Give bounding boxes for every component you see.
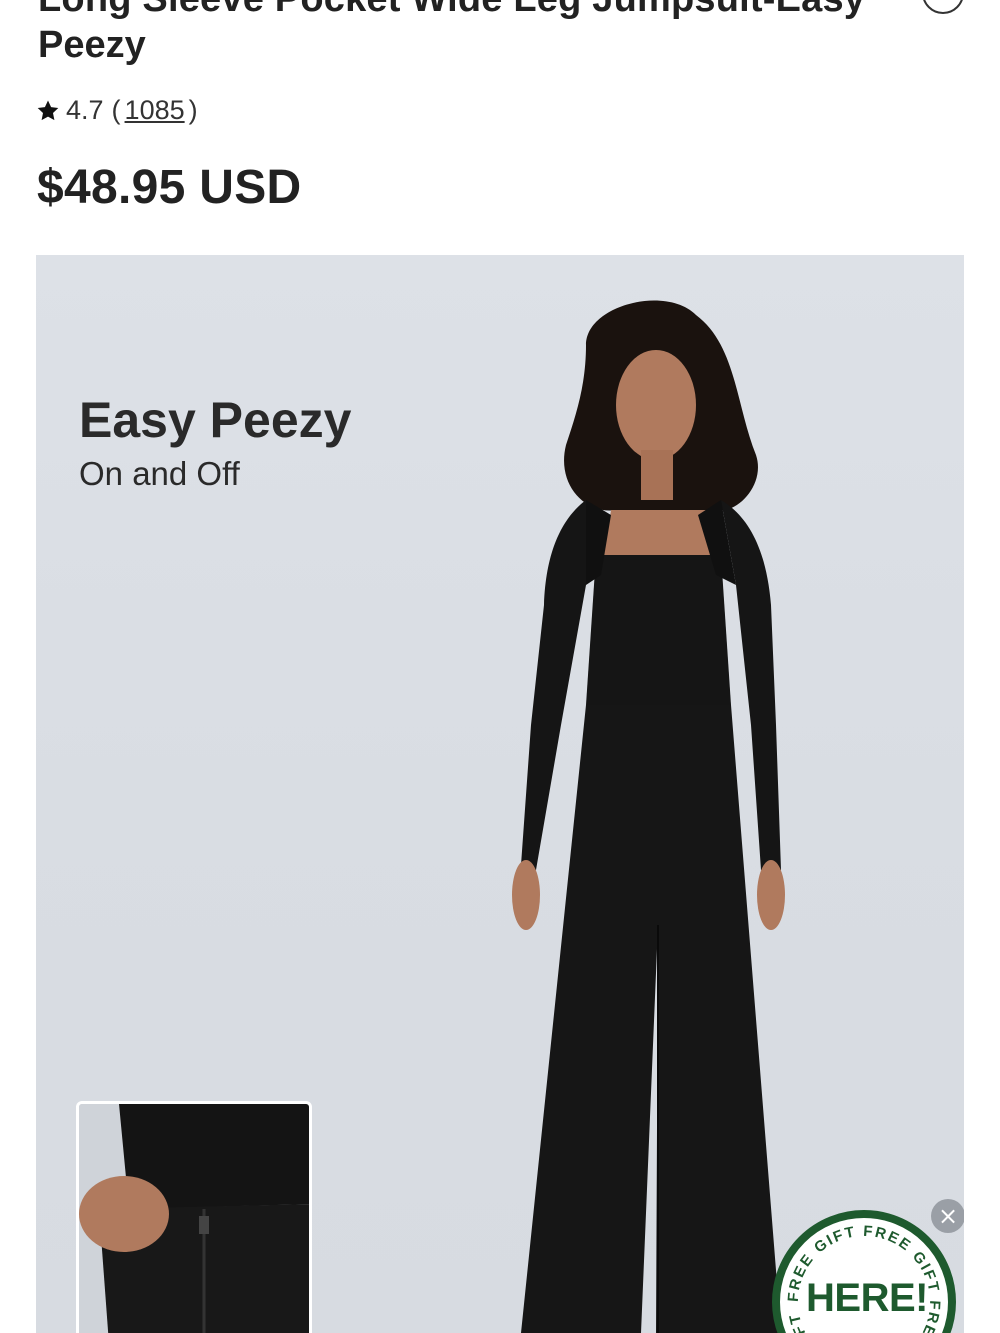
model-figure [512, 300, 785, 1333]
product-price: $48.95 USD [37, 161, 302, 214]
review-paren-close: ) [188, 95, 198, 125]
product-title: Long Sleeve Pocket Wide Leg Jumpsuit-Eas… [38, 0, 865, 21]
product-title-continued: Peezy [38, 24, 146, 66]
rating-row: 4.7 ( 1085 ) [36, 95, 198, 126]
promo-subtitle: On and Off [79, 455, 240, 492]
review-count-link[interactable]: 1085 [125, 95, 185, 126]
product-image[interactable]: Easy Peezy On and Off × [36, 255, 964, 1333]
rating-value: 4.7 [66, 95, 104, 125]
detail-thumbnail[interactable] [76, 1101, 312, 1333]
waist-zipper-detail [79, 1104, 309, 1333]
product-page: Long Sleeve Pocket Wide Leg Jumpsuit-Eas… [0, 0, 1000, 1333]
gift-here-label: HERE! [806, 1276, 928, 1320]
promo-title: Easy Peezy [79, 392, 352, 448]
star-icon [37, 100, 59, 120]
heart-icon[interactable] [922, 0, 964, 14]
review-paren-open: ( [111, 95, 121, 125]
